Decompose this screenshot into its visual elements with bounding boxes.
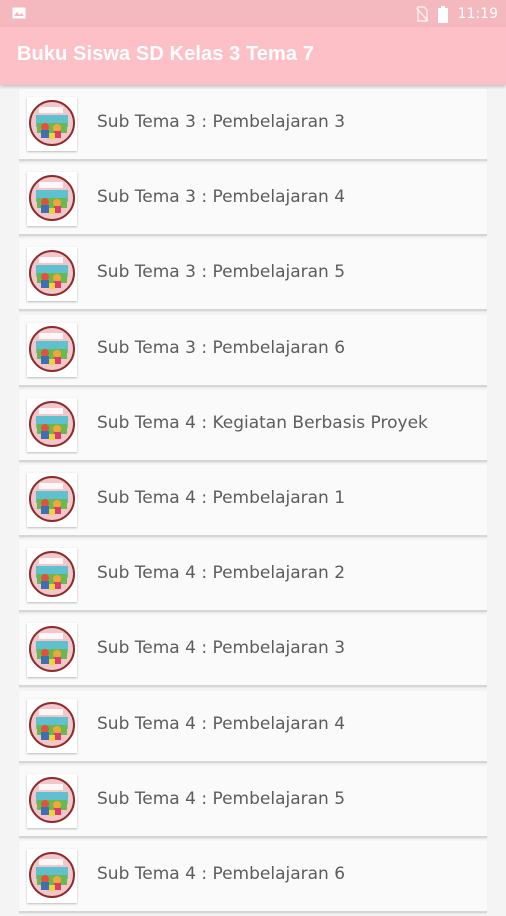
list-item-label: Sub Tema 4 : Pembelajaran 3: [97, 638, 346, 659]
list-item-label: Sub Tema 4 : Pembelajaran 5: [97, 788, 346, 809]
list-item[interactable]: Sub Tema 4 : Pembelajaran 4: [19, 690, 487, 763]
app-bar: Buku Siswa SD Kelas 3 Tema 7: [0, 27, 506, 85]
list-item[interactable]: Sub Tema 3 : Pembelajaran 3: [19, 89, 487, 161]
app-title: Buku Siswa SD Kelas 3 Tema 7: [17, 43, 314, 65]
book-cover-icon: [27, 97, 77, 151]
list-item[interactable]: Sub Tema 4 : Pembelajaran 6: [19, 840, 487, 913]
list-item[interactable]: Sub Tema 4 : Pembelajaran 5: [19, 765, 487, 838]
no-sim-icon: [415, 6, 428, 22]
list-item[interactable]: Sub Tema 4 : Pembelajaran 3: [19, 615, 487, 688]
list-item-label: Sub Tema 3 : Pembelajaran 5: [97, 262, 346, 283]
list-item[interactable]: Sub Tema 4 : Pembelajaran 2: [19, 540, 487, 613]
book-cover-icon: [27, 548, 77, 603]
list-item-label: Sub Tema 4 : Pembelajaran 1: [97, 487, 346, 508]
battery-icon: [437, 5, 448, 23]
book-cover-icon: [27, 698, 77, 753]
list-item-label: Sub Tema 4 : Pembelajaran 2: [97, 563, 346, 584]
book-cover-icon: [27, 397, 77, 452]
list-item-label: Sub Tema 3 : Pembelajaran 3: [97, 112, 346, 132]
status-time: 11:19: [457, 6, 498, 22]
list-item[interactable]: Sub Tema 4 : Kegiatan Berbasis Proyek: [19, 389, 487, 462]
lesson-list: Sub Tema 3 : Pembelajaran 3 Sub Tema 3 :…: [19, 89, 487, 916]
list-item-label: Sub Tema 4 : Pembelajaran 6: [97, 863, 346, 884]
book-cover-icon: [27, 623, 77, 678]
list-item-label: Sub Tema 3 : Pembelajaran 4: [97, 187, 346, 208]
book-cover-icon: [27, 322, 77, 377]
list-item-label: Sub Tema 4 : Kegiatan Berbasis Proyek: [97, 412, 428, 433]
book-cover-icon: [27, 848, 77, 903]
book-cover-icon: [27, 472, 77, 527]
list-item[interactable]: Sub Tema 3 : Pembelajaran 6: [19, 314, 487, 387]
book-cover-icon: [27, 172, 77, 227]
list-item-label: Sub Tema 3 : Pembelajaran 6: [97, 337, 346, 358]
book-cover-icon: [27, 247, 77, 302]
status-bar: 11:19: [0, 0, 506, 27]
book-cover-icon: [27, 773, 77, 828]
list-item-label: Sub Tema 4 : Pembelajaran 4: [97, 713, 346, 734]
list-item[interactable]: Sub Tema 3 : Pembelajaran 4: [19, 164, 487, 237]
list-item[interactable]: Sub Tema 3 : Pembelajaran 5: [19, 239, 487, 312]
image-icon: [12, 7, 26, 19]
list-item[interactable]: Sub Tema 4 : Pembelajaran 1: [19, 464, 487, 537]
